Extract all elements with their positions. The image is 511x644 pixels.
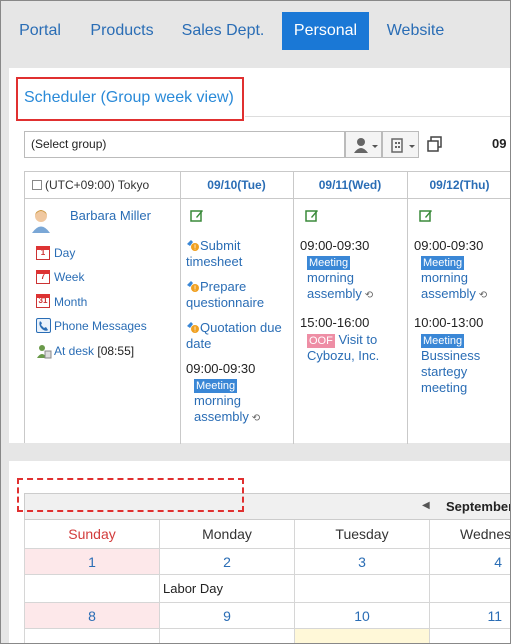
portlet-tab-bar: Portal Products Sales Dept. Personal Web… (1, 1, 510, 63)
day-header-0911[interactable]: 09/11(Wed) (293, 172, 407, 199)
todo-warning-icon: ! (186, 239, 200, 252)
tab-portal[interactable]: Portal (9, 12, 71, 50)
today-content-cell[interactable] (295, 629, 430, 644)
tab-personal[interactable]: Personal (282, 12, 369, 50)
title-divider (245, 116, 511, 117)
add-schedule-icon[interactable] (305, 208, 319, 222)
date-cell-1[interactable]: 1 (24, 549, 160, 575)
at-desk-link[interactable]: At desk [08:55] (54, 344, 134, 358)
group-select[interactable]: (Select group) (24, 131, 345, 158)
day-header-0912[interactable]: 09/12(Thu) (407, 172, 511, 199)
day-content-cell[interactable] (24, 629, 160, 644)
weekday-header-tuesday: Tuesday (295, 520, 430, 549)
col-divider (180, 172, 181, 444)
add-schedule-icon[interactable] (190, 208, 204, 222)
tab-sales-dept[interactable]: Sales Dept. (173, 12, 273, 50)
date-cell-3[interactable]: 3 (295, 549, 430, 575)
event-morning-assembly[interactable]: Meeting morning assembly ⟲ (421, 254, 506, 304)
title-placeholder-box (17, 478, 244, 512)
weekday-header-sunday: Sunday (24, 520, 160, 549)
weekday-header-wednesday: Wednes (430, 520, 511, 549)
todo-prepare-questionnaire[interactable]: ! Prepare questionnaire (186, 279, 286, 311)
event-time: 15:00-16:00 (300, 315, 370, 330)
month-calendar-icon: 31 (36, 294, 50, 308)
scheduler-title[interactable]: Scheduler (Group week view) (24, 89, 234, 107)
day-content-cell[interactable] (295, 575, 430, 603)
event-time: 09:00-09:30 (414, 238, 484, 253)
day-header-0910[interactable]: 09/10(Tue) (180, 172, 293, 199)
todo-quotation-due-date[interactable]: ! Quotation due date (186, 320, 286, 352)
weekday-header-monday: Monday (160, 520, 295, 549)
phone-icon (36, 318, 51, 333)
day-calendar-icon: 1 (36, 246, 50, 260)
meeting-badge: Meeting (194, 379, 238, 393)
day-content-cell[interactable] (160, 629, 295, 644)
meeting-badge: Meeting (307, 256, 351, 270)
svg-text:!: ! (194, 285, 197, 293)
week-view-link[interactable]: Week (54, 270, 84, 284)
current-date-label: 09 (492, 136, 507, 151)
date-cell-10[interactable]: 10 (295, 603, 430, 629)
col-divider (293, 172, 294, 444)
day-content-cell[interactable] (430, 575, 511, 603)
meeting-badge: Meeting (421, 256, 465, 270)
svg-text:!: ! (194, 326, 197, 334)
todo-warning-icon: ! (186, 321, 200, 334)
day-view-link[interactable]: Day (54, 246, 75, 260)
at-desk-icon (36, 343, 52, 359)
date-cell-11[interactable]: 11 (430, 603, 511, 629)
month-grid: Sunday Monday Tuesday Wednes 1 2 3 4 Lab… (24, 520, 511, 644)
user-name[interactable]: Barbara Miller (70, 208, 151, 223)
repeat-icon: ⟲ (475, 290, 488, 301)
repeat-icon: ⟲ (248, 413, 261, 424)
facility-icon (391, 138, 415, 153)
popup-window-icon[interactable] (426, 135, 444, 153)
event-morning-assembly[interactable]: Meeting morning assembly ⟲ (307, 254, 392, 304)
day-content-cell[interactable] (430, 629, 511, 644)
event-time: 10:00-13:00 (414, 315, 484, 330)
timezone-icon (32, 180, 42, 190)
phone-messages-link[interactable]: Phone Messages (54, 319, 147, 333)
todo-submit-timesheet[interactable]: ! Submit timesheet (186, 238, 286, 270)
date-cell-9[interactable]: 9 (160, 603, 295, 629)
user-select-button[interactable] (345, 131, 382, 158)
person-icon (354, 138, 378, 153)
tab-products[interactable]: Products (81, 12, 163, 50)
meeting-badge: Meeting (421, 334, 465, 348)
event-morning-assembly[interactable]: Meeting morning assembly ⟲ (194, 377, 284, 427)
event-time: 09:00-09:30 (186, 361, 256, 376)
add-schedule-icon[interactable] (419, 208, 433, 222)
date-cell-2[interactable]: 2 (160, 549, 295, 575)
holiday-label: Labor Day (160, 575, 295, 603)
day-content-cell[interactable] (24, 575, 160, 603)
col-divider (407, 172, 408, 444)
facility-select-button[interactable] (382, 131, 419, 158)
repeat-icon: ⟲ (361, 290, 374, 301)
event-time: 09:00-09:30 (300, 238, 370, 253)
todo-warning-icon: ! (186, 280, 200, 293)
timezone-header: (UTC+09:00) Tokyo (25, 172, 180, 199)
month-title: September (446, 499, 511, 514)
event-business-strategy[interactable]: Meeting Bussiness startegy meeting (421, 332, 501, 396)
month-view-link[interactable]: Month (54, 295, 87, 309)
date-cell-8[interactable]: 8 (24, 603, 160, 629)
oof-badge: OOF (307, 334, 335, 348)
date-cell-4[interactable]: 4 (430, 549, 511, 575)
user-avatar (30, 207, 52, 233)
svg-text:!: ! (194, 244, 197, 252)
prev-month-icon[interactable]: ◀ (422, 500, 430, 511)
event-visit-cybozu[interactable]: OOF Visit to Cybozu, Inc. (307, 332, 397, 364)
tab-website[interactable]: Website (378, 12, 453, 50)
week-calendar-icon: 7 (36, 270, 50, 284)
